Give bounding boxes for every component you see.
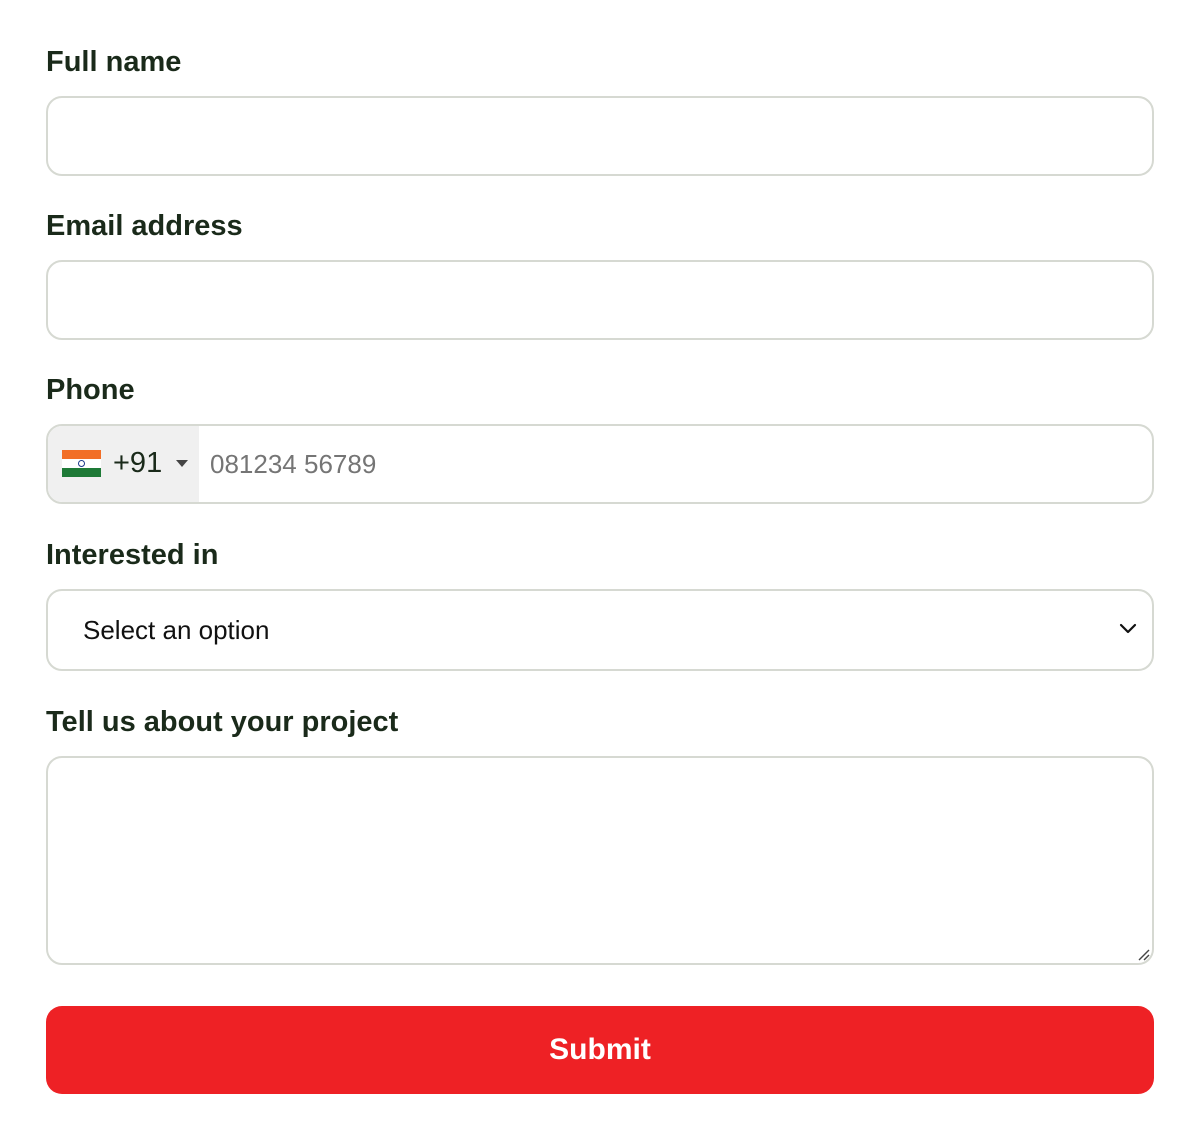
- full-name-label: Full name: [46, 46, 182, 78]
- project-textarea[interactable]: [68, 774, 1128, 944]
- country-dial-code: +91: [113, 447, 163, 479]
- flag-saffron-band: [62, 450, 101, 459]
- phone-label: Phone: [46, 374, 135, 406]
- email-label: Email address: [46, 210, 243, 242]
- resize-grip-icon[interactable]: [1136, 947, 1150, 961]
- india-flag-icon: [62, 450, 101, 477]
- interest-select[interactable]: Select an option: [46, 589, 1154, 671]
- country-code-selector[interactable]: +91: [48, 426, 199, 502]
- full-name-field[interactable]: [46, 96, 1154, 176]
- interest-selected-value: Select an option: [83, 615, 270, 645]
- submit-button[interactable]: Submit: [46, 1006, 1154, 1094]
- flag-green-band: [62, 468, 101, 477]
- caret-down-icon: [176, 460, 188, 467]
- email-input[interactable]: [68, 262, 1128, 338]
- project-field[interactable]: [46, 756, 1154, 965]
- interest-label: Interested in: [46, 539, 219, 571]
- chevron-down-icon: [1119, 623, 1137, 634]
- project-label: Tell us about your project: [46, 706, 399, 738]
- flag-chakra: [78, 460, 85, 467]
- full-name-input[interactable]: [68, 98, 1128, 174]
- phone-input[interactable]: [210, 426, 1130, 502]
- phone-field: +91: [46, 424, 1154, 504]
- email-field[interactable]: [46, 260, 1154, 340]
